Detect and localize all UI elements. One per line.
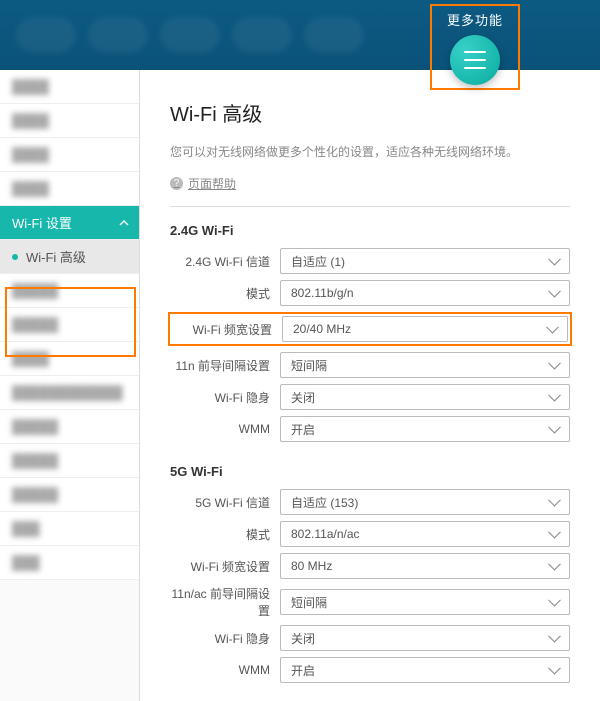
- form-label: Wi-Fi 隐身: [170, 630, 280, 647]
- form-row: 11n 前导间隔设置短间隔: [170, 352, 570, 378]
- form-row: Wi-Fi 隐身关闭: [170, 384, 570, 410]
- page-description: 您可以对无线网络做更多个性化的设置，适应各种无线网络环境。: [170, 143, 570, 162]
- sidebar-item[interactable]: █████: [0, 444, 139, 478]
- form-label: 5G Wi-Fi 信道: [170, 494, 280, 511]
- form-select-value: 80 MHz: [291, 559, 332, 573]
- top-nav-item[interactable]: [16, 17, 76, 53]
- main-layout: ████ ████ ████ ████ Wi-Fi 设置 Wi-Fi 高级 ██…: [0, 70, 600, 701]
- form-select-value: 自适应 (1): [291, 253, 345, 270]
- form-label: 2.4G Wi-Fi 信道: [170, 253, 280, 270]
- form-row: WMM 开启: [170, 657, 570, 683]
- page-help-link[interactable]: ? 页面帮助: [170, 175, 236, 192]
- form-row: Wi-Fi 频宽设置 20/40 MHz: [168, 312, 572, 346]
- sidebar: ████ ████ ████ ████ Wi-Fi 设置 Wi-Fi 高级 ██…: [0, 70, 140, 701]
- hamburger-icon: [464, 51, 486, 53]
- form-select[interactable]: 80 MHz: [280, 553, 570, 579]
- section-title-24g: 2.4G Wi-Fi: [170, 223, 570, 238]
- hamburger-icon: [464, 59, 486, 61]
- top-nav-item[interactable]: [88, 17, 148, 53]
- form-select[interactable]: 802.11b/g/n: [280, 280, 570, 306]
- form-select-value: 短间隔: [291, 594, 327, 611]
- sidebar-item[interactable]: █████: [0, 410, 139, 444]
- form-select[interactable]: 短间隔: [280, 352, 570, 378]
- sidebar-item[interactable]: ████: [0, 342, 139, 376]
- form-select-value: 20/40 MHz: [293, 322, 351, 336]
- form-label: WMM: [170, 422, 280, 436]
- form-label: Wi-Fi 隐身: [170, 389, 280, 406]
- form-row: 模式 802.11a/n/ac: [170, 521, 570, 547]
- sidebar-item-label: Wi-Fi 设置: [12, 213, 72, 232]
- form-label: 11n/ac 前导间隔设置: [170, 585, 280, 619]
- form-row: 2.4G Wi-Fi 信道自适应 (1): [170, 248, 570, 274]
- content-pane: Wi-Fi 高级 您可以对无线网络做更多个性化的设置，适应各种无线网络环境。 ?…: [140, 70, 600, 701]
- form-select[interactable]: 20/40 MHz: [282, 316, 568, 342]
- form-select[interactable]: 自适应 (153): [280, 489, 570, 515]
- top-nav-item[interactable]: [232, 17, 292, 53]
- form-label: WMM: [170, 663, 280, 677]
- sidebar-item[interactable]: ████: [0, 104, 139, 138]
- sidebar-item[interactable]: █████: [0, 478, 139, 512]
- form-row: Wi-Fi 隐身关闭: [170, 625, 570, 651]
- more-features-label: 更多功能: [447, 10, 503, 29]
- top-nav-item[interactable]: [160, 17, 220, 53]
- sidebar-item[interactable]: ███: [0, 546, 139, 580]
- form-select-value: 开启: [291, 421, 315, 438]
- form-label: Wi-Fi 频宽设置: [172, 321, 282, 338]
- sidebar-item[interactable]: █████: [0, 274, 139, 308]
- form-row: 5G Wi-Fi 信道自适应 (153): [170, 489, 570, 515]
- more-features-button[interactable]: [450, 35, 500, 85]
- sidebar-item[interactable]: █████: [0, 308, 139, 342]
- chevron-up-icon: [119, 218, 129, 228]
- sidebar-item[interactable]: ████: [0, 70, 139, 104]
- form-select[interactable]: 自适应 (1): [280, 248, 570, 274]
- form-label: Wi-Fi 频宽设置: [170, 558, 280, 575]
- top-nav-item[interactable]: [304, 17, 364, 53]
- sidebar-item[interactable]: ████: [0, 172, 139, 206]
- divider: [170, 206, 570, 207]
- form-select[interactable]: 关闭: [280, 384, 570, 410]
- page-title: Wi-Fi 高级: [170, 98, 570, 127]
- form-select[interactable]: 短间隔: [280, 589, 570, 615]
- more-features-highlight: 更多功能: [430, 4, 520, 90]
- section-title-5g: 5G Wi-Fi: [170, 464, 570, 479]
- sidebar-item-wifi-settings[interactable]: Wi-Fi 设置: [0, 206, 139, 240]
- help-icon: ?: [170, 177, 183, 190]
- sidebar-item-wifi-advanced[interactable]: Wi-Fi 高级: [0, 240, 139, 274]
- form-select-value: 短间隔: [291, 357, 327, 374]
- form-select-value: 关闭: [291, 630, 315, 647]
- form-select-value: 开启: [291, 662, 315, 679]
- form-select-value: 关闭: [291, 389, 315, 406]
- form-select[interactable]: 关闭: [280, 625, 570, 651]
- form-select-value: 802.11a/n/ac: [291, 527, 360, 541]
- form-select-value: 自适应 (153): [291, 494, 358, 511]
- form-label: 模式: [170, 285, 280, 302]
- sidebar-item[interactable]: ████████████: [0, 376, 139, 410]
- form-label: 11n 前导间隔设置: [170, 357, 280, 374]
- form-row: 模式 802.11b/g/n: [170, 280, 570, 306]
- top-nav: 更多功能: [0, 0, 600, 70]
- form-row: WMM 开启: [170, 416, 570, 442]
- form-row: 11n/ac 前导间隔设置短间隔: [170, 585, 570, 619]
- hamburger-icon: [464, 67, 486, 69]
- help-link-label: 页面帮助: [188, 175, 236, 192]
- sidebar-item-label: Wi-Fi 高级: [26, 247, 86, 266]
- form-row: Wi-Fi 频宽设置 80 MHz: [170, 553, 570, 579]
- form-select-value: 802.11b/g/n: [291, 286, 354, 300]
- form-label: 模式: [170, 526, 280, 543]
- form-select[interactable]: 开启: [280, 416, 570, 442]
- form-select[interactable]: 开启: [280, 657, 570, 683]
- sidebar-item[interactable]: ████: [0, 138, 139, 172]
- form-select[interactable]: 802.11a/n/ac: [280, 521, 570, 547]
- sidebar-item[interactable]: ███: [0, 512, 139, 546]
